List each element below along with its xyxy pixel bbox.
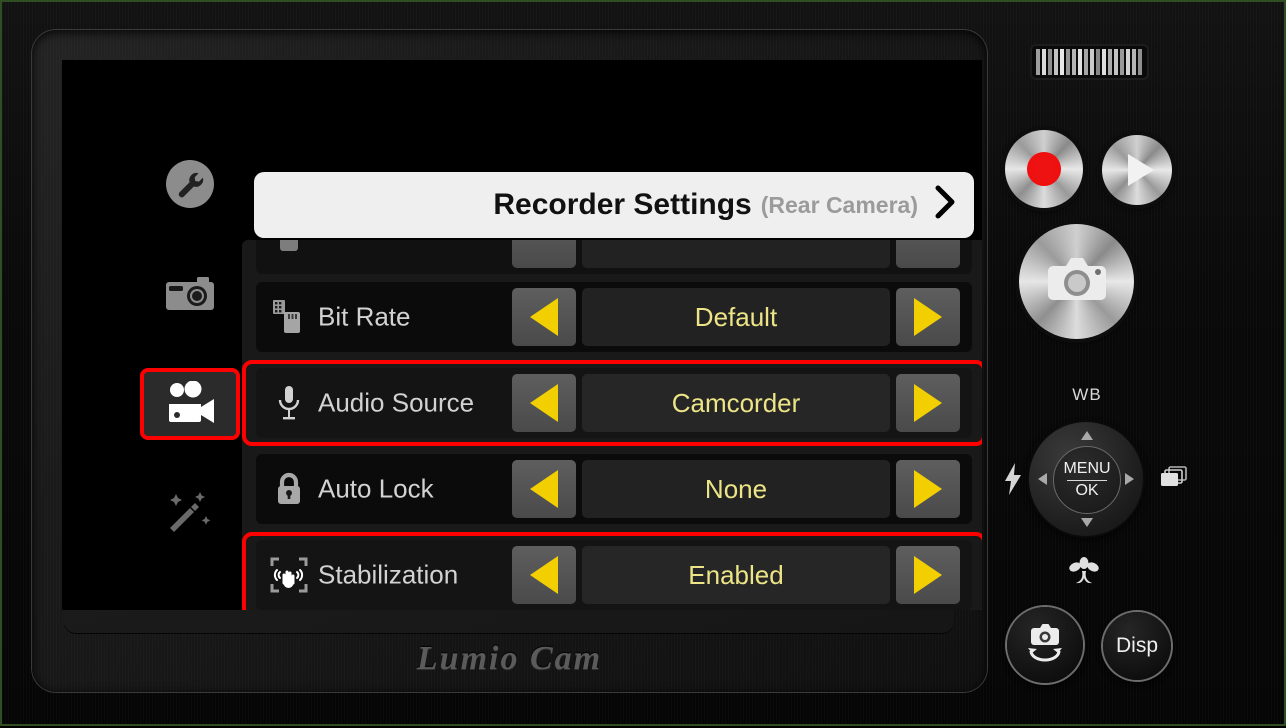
partial-row-above — [242, 240, 982, 274]
right-arrow-icon — [914, 384, 942, 422]
setting-row-bit-rate[interactable]: Bit Rate Default — [242, 274, 982, 360]
speaker-grille — [1032, 46, 1147, 78]
menu-ok-divider — [1067, 479, 1107, 481]
grille-bar — [1048, 49, 1052, 75]
settings-list: Bit Rate Default Audio Source Camcorder … — [242, 240, 982, 610]
prev-value-button[interactable] — [512, 546, 576, 604]
partial-row-value — [582, 240, 890, 268]
prev-value-button[interactable] — [512, 460, 576, 518]
menu-ok-button[interactable]: MENU OK — [1053, 446, 1121, 514]
disp-button[interactable]: Disp — [1103, 612, 1171, 680]
grille-bar — [1138, 49, 1142, 75]
setting-label: Stabilization — [318, 559, 459, 590]
setting-label: Bit Rate — [318, 301, 411, 332]
lock-icon — [270, 470, 308, 508]
setting-row-stabilization[interactable]: Stabilization Enabled — [242, 532, 982, 610]
magic-wand-icon — [164, 488, 216, 540]
sd-card-icon — [270, 298, 308, 336]
grille-bar — [1108, 49, 1112, 75]
prev-value-button[interactable] — [512, 374, 576, 432]
left-arrow-icon — [530, 556, 558, 594]
prev-value-button[interactable] — [512, 288, 576, 346]
page-subtitle: (Rear Camera) — [760, 191, 918, 218]
brand-logo: Lumio Cam — [416, 640, 603, 677]
camera-body: Recorder Settings (Rear Camera) Bit Rate… — [32, 30, 987, 692]
microphone-icon — [270, 384, 308, 422]
sidebar-item-photo[interactable] — [140, 258, 240, 330]
setting-value[interactable]: Enabled — [582, 546, 890, 604]
dpad-right[interactable] — [1125, 473, 1134, 485]
control-panel: WB MENU OK Disp — [987, 2, 1286, 728]
sidebar-item-video[interactable] — [140, 368, 240, 440]
grille-bar — [1126, 49, 1130, 75]
setting-value[interactable]: Default — [582, 288, 890, 346]
camera-shutter-icon — [1046, 254, 1108, 309]
left-arrow-icon — [530, 384, 558, 422]
flash-icon[interactable] — [1002, 462, 1024, 501]
macro-icon[interactable] — [1067, 555, 1101, 590]
camcorder-icon — [164, 381, 216, 427]
setting-label: Audio Source — [318, 387, 475, 418]
grille-bar — [1090, 49, 1094, 75]
switch-camera-icon — [1022, 622, 1068, 669]
switch-camera-button[interactable] — [1007, 607, 1083, 683]
page-title-bar[interactable]: Recorder Settings (Rear Camera) — [254, 172, 974, 238]
grille-bar — [1036, 49, 1040, 75]
setting-value[interactable]: None — [582, 460, 890, 518]
wb-label: WB — [1072, 385, 1102, 404]
grille-bar — [1084, 49, 1088, 75]
right-arrow-icon — [914, 470, 942, 508]
dpad[interactable]: MENU OK — [1029, 422, 1143, 536]
play-icon — [1127, 154, 1154, 186]
grille-bar — [1132, 49, 1136, 75]
dpad-left[interactable] — [1038, 473, 1047, 485]
setting-label: Auto Lock — [318, 473, 434, 504]
grille-bar — [1078, 49, 1082, 75]
setting-row-auto-lock[interactable]: Auto Lock None — [242, 446, 982, 532]
wrench-icon — [165, 159, 215, 209]
right-arrow-icon — [914, 298, 942, 336]
setting-value[interactable]: Camcorder — [582, 374, 890, 432]
partial-row-next — [896, 240, 960, 268]
right-arrow-icon — [914, 556, 942, 594]
sidebar — [132, 148, 248, 588]
left-arrow-icon — [530, 470, 558, 508]
page-title: Recorder Settings — [493, 188, 752, 221]
menu-label: MENU — [1063, 459, 1111, 477]
dpad-up[interactable] — [1081, 431, 1093, 440]
grille-bar — [1114, 49, 1118, 75]
grille-bar — [1066, 49, 1070, 75]
disp-label: Disp — [1115, 634, 1158, 657]
partial-row-icon — [270, 240, 308, 258]
play-button[interactable] — [1102, 135, 1172, 205]
record-button[interactable] — [1005, 130, 1083, 208]
burst-mode-icon[interactable] — [1159, 464, 1189, 495]
next-value-button[interactable] — [896, 546, 960, 604]
stabilization-icon — [270, 556, 308, 594]
grille-bar — [1060, 49, 1064, 75]
grille-bar — [1054, 49, 1058, 75]
grille-bar — [1042, 49, 1046, 75]
grille-bar — [1096, 49, 1100, 75]
partial-row-prev — [512, 240, 576, 268]
grille-bar — [1072, 49, 1076, 75]
camera-screen: Recorder Settings (Rear Camera) Bit Rate… — [62, 60, 982, 610]
grille-bar — [1120, 49, 1124, 75]
next-value-button[interactable] — [896, 288, 960, 346]
next-value-button[interactable] — [896, 460, 960, 518]
screenshot-root: Recorder Settings (Rear Camera) Bit Rate… — [0, 0, 1286, 726]
next-value-button[interactable] — [896, 374, 960, 432]
grille-bar — [1102, 49, 1106, 75]
chevron-right-icon[interactable] — [932, 185, 958, 224]
left-arrow-icon — [530, 298, 558, 336]
setting-row-audio-source[interactable]: Audio Source Camcorder — [242, 360, 982, 446]
record-dot-icon — [1027, 152, 1061, 186]
camera-icon — [164, 272, 216, 316]
sidebar-item-tools[interactable] — [140, 148, 240, 220]
shutter-button[interactable] — [1019, 224, 1134, 339]
ok-label: OK — [1075, 481, 1099, 499]
dpad-down[interactable] — [1081, 518, 1093, 527]
sidebar-item-effects[interactable] — [140, 478, 240, 550]
